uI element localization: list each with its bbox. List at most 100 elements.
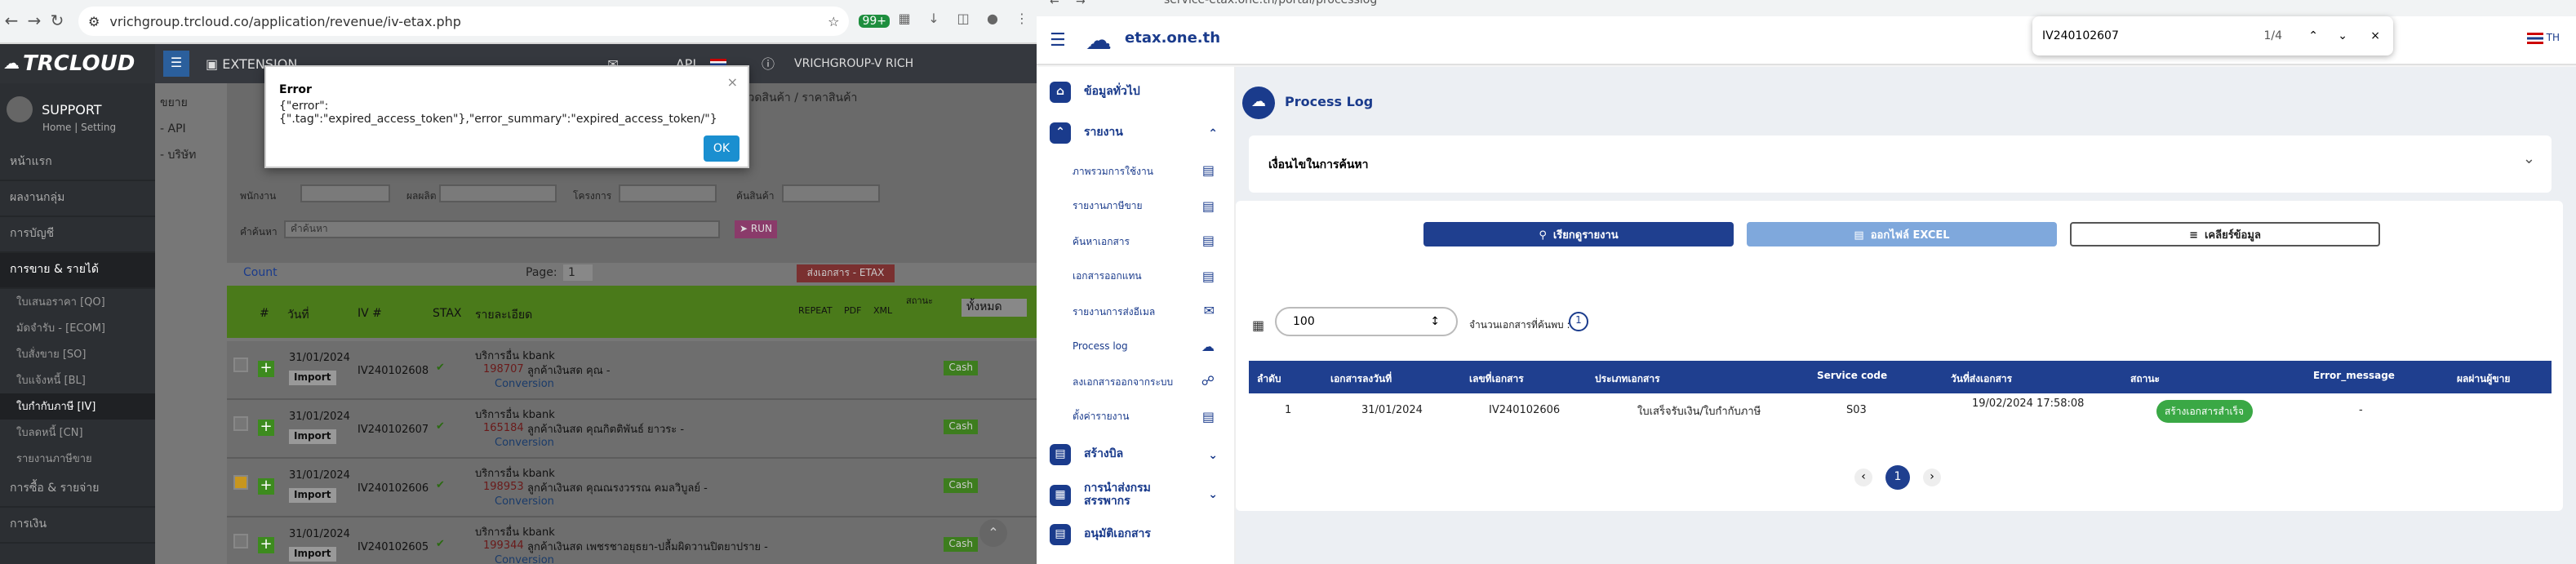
sidebar-label: ลงเอกสารออกจากระบบ bbox=[1073, 376, 1174, 389]
sidebar-item-revenue-dept[interactable]: ▦ การนำส่งกรมสรรพากร ⌄ bbox=[1037, 475, 1234, 514]
sidebar-item-process-log[interactable]: Process log ☁ bbox=[1037, 329, 1234, 364]
address-bar[interactable]: ⚙ vrichgroup.trcloud.co/application/reve… bbox=[78, 7, 850, 36]
clear-button[interactable]: ≡ เคลียร์ข้อมูล bbox=[2070, 222, 2380, 246]
col-header: เอกสารลงวันที่ bbox=[1330, 374, 1392, 385]
menu-icon[interactable]: ⋮ bbox=[1010, 11, 1033, 31]
home-icon: ⌂ bbox=[1050, 82, 1071, 103]
sidebar-item-approve[interactable]: ▤ อนุมัติเอกสาร bbox=[1037, 514, 1234, 555]
document-icon: ▤ bbox=[1201, 409, 1215, 424]
sidebar-item-create-bill[interactable]: ▤ สร้างบิล ⌄ bbox=[1037, 434, 1234, 475]
process-log-icon: ☁ bbox=[1242, 87, 1275, 119]
cell-doc-type: ใบเสร็จรับเงิน/ใบกำกับภาษี bbox=[1637, 405, 1761, 418]
col-header: Error_message bbox=[2313, 371, 2395, 382]
document-icon: ▤ bbox=[1201, 269, 1215, 284]
etax-window: ← → service-etax.one.th/portal/processlo… bbox=[1037, 0, 2576, 564]
find-next-icon[interactable]: ⌄ bbox=[2338, 29, 2347, 42]
col-header: Service code bbox=[1817, 371, 1888, 382]
error-message: {"error":{".tag":"expired_access_token"}… bbox=[279, 100, 717, 126]
view-report-button[interactable]: ⚲ เรียกดูรายงาน bbox=[1423, 222, 1734, 246]
file-icon: ▤ bbox=[1854, 228, 1864, 241]
sidebar-item-overview[interactable]: ภาพรวมการใช้งาน ▤ bbox=[1037, 153, 1234, 189]
mail-icon: ✉ bbox=[1203, 304, 1215, 319]
extension-badge[interactable]: 99+ bbox=[859, 15, 890, 28]
error-dialog: × Error {"error":{".tag":"expired_access… bbox=[264, 65, 749, 168]
col-header: สถานะ bbox=[2130, 374, 2160, 385]
building-icon: ▦ bbox=[1050, 484, 1071, 505]
error-title: Error bbox=[279, 83, 312, 96]
search-icon: ⚲ bbox=[1539, 228, 1547, 241]
stepper-icon[interactable]: ↕ bbox=[1430, 309, 1440, 335]
site-info-icon[interactable]: ⚙ bbox=[88, 14, 100, 29]
export-excel-label: ออกไฟล์ EXCEL bbox=[1870, 228, 1950, 241]
cell-no: 1 bbox=[1285, 403, 1292, 416]
sidebar-label: สร้างบิล bbox=[1084, 447, 1124, 460]
sidebar-item-general[interactable]: ⌂ ข้อมูลทั่วไป bbox=[1037, 72, 1234, 113]
search-condition-panel[interactable]: เงื่อนไขในการค้นหา ⌄ bbox=[1249, 135, 2552, 193]
address-url[interactable]: service-etax.one.th/portal/processlog bbox=[1164, 0, 1377, 7]
col-header: ผลผ่านผู้ขาย bbox=[2457, 374, 2511, 385]
doc-count-badge: 1 bbox=[1569, 312, 1588, 331]
next-page-button[interactable]: › bbox=[1923, 469, 1941, 486]
find-close-icon[interactable]: × bbox=[2370, 29, 2380, 42]
back-icon[interactable]: ← bbox=[0, 12, 23, 30]
col-header: ลำดับ bbox=[1257, 374, 1281, 385]
language-switch[interactable]: TH bbox=[2526, 33, 2560, 44]
bookmark-star-icon[interactable]: ☆ bbox=[828, 14, 839, 29]
table-row: 1 31/01/2024 IV240102606 ใบเสร็จรับเงิน/… bbox=[1249, 393, 2552, 433]
sidebar-item-logout-doc[interactable]: ลงเอกสารออกจากระบบ ☍ bbox=[1037, 364, 1234, 399]
chevron-up-icon: ⌃ bbox=[1208, 127, 1218, 140]
document-icon: ▤ bbox=[1201, 163, 1215, 179]
list-icon: ▤ bbox=[1201, 198, 1215, 214]
download-icon[interactable]: ↓ bbox=[922, 11, 945, 31]
find-count: 1/4 bbox=[2263, 29, 2282, 42]
search-condition-label: เงื่อนไขในการค้นหา bbox=[1268, 158, 1369, 171]
chevron-down-icon[interactable]: ⌄ bbox=[2523, 152, 2535, 168]
close-icon[interactable]: × bbox=[727, 75, 738, 90]
doc-count-label: จำนวนเอกสารที่ค้นพบ : bbox=[1469, 320, 1570, 331]
approve-icon: ▤ bbox=[1050, 524, 1071, 545]
sidebar-item-report-settings[interactable]: ตั้งค่ารายงาน ▤ bbox=[1037, 399, 1234, 434]
results-panel: ⚲ เรียกดูรายงาน ▤ ออกไฟล์ EXCEL ≡ เคลียร์ข้… bbox=[1236, 201, 2563, 511]
etax-table-header: ลำดับ เอกสารลงวันที่ เลขที่เอกสาร ประเภท… bbox=[1249, 361, 2552, 393]
sidebar-label: เอกสารออกแทน bbox=[1073, 271, 1142, 283]
address-url: vrichgroup.trcloud.co/application/revenu… bbox=[109, 14, 461, 29]
col-header: ประเภทเอกสาร bbox=[1595, 374, 1660, 385]
etax-sidebar: ⌂ ข้อมูลทั่วไป ⌃ รายงาน ⌃ ภาพรวมการใช้งาน ▤ … bbox=[1037, 67, 1236, 564]
sidebar-icon[interactable]: ◫ bbox=[952, 11, 975, 31]
chevron-down-icon: ⌄ bbox=[1208, 448, 1218, 461]
profile-icon[interactable]: ● bbox=[981, 11, 1004, 31]
hamburger-icon[interactable]: ☰ bbox=[1050, 29, 1066, 51]
sidebar-item-sales-tax[interactable]: รายงานภาษีขาย ▤ bbox=[1037, 189, 1234, 224]
page-button[interactable]: 1 bbox=[1885, 465, 1910, 490]
page-size-input[interactable]: 100 ↕ bbox=[1275, 307, 1458, 336]
cell-sent-date: 19/02/2024 17:58:08 bbox=[1972, 397, 2085, 410]
sidebar-label: ค้นหาเอกสาร bbox=[1073, 236, 1130, 248]
prev-page-button[interactable]: ‹ bbox=[1854, 469, 1872, 486]
status-badge: สร้างเอกสารสำเร็จ bbox=[2156, 400, 2253, 423]
sidebar-item-substitute[interactable]: เอกสารออกแทน ▤ bbox=[1037, 259, 1234, 294]
sidebar-label: รายงานการส่งอีเมล bbox=[1073, 306, 1156, 318]
sidebar-item-email-report[interactable]: รายงานการส่งอีเมล ✉ bbox=[1037, 294, 1234, 329]
cell-error: - bbox=[2359, 403, 2363, 416]
reload-icon[interactable]: ↻ bbox=[46, 12, 69, 30]
find-input[interactable]: IV240102607 bbox=[2042, 29, 2119, 42]
find-prev-icon[interactable]: ⌃ bbox=[2308, 29, 2318, 42]
sidebar-label: ตั้งค่ารายงาน bbox=[1073, 411, 1130, 424]
back-icon[interactable]: ← bbox=[1050, 0, 1059, 8]
export-excel-button[interactable]: ▤ ออกไฟล์ EXCEL bbox=[1747, 222, 2057, 246]
forward-icon[interactable]: → bbox=[1076, 0, 1086, 8]
ok-button[interactable]: OK bbox=[704, 135, 739, 162]
etax-brand[interactable]: etax.one.th bbox=[1125, 31, 1220, 47]
shield-icon: ☍ bbox=[1201, 374, 1215, 389]
bill-icon: ▤ bbox=[1050, 444, 1071, 465]
forward-icon[interactable]: → bbox=[23, 12, 46, 30]
flag-icon bbox=[2526, 33, 2543, 44]
sidebar-label: รายงาน bbox=[1084, 126, 1123, 139]
cell-service-code: S03 bbox=[1846, 403, 1867, 416]
view-report-label: เรียกดูรายงาน bbox=[1552, 228, 1619, 241]
page-size-value: 100 bbox=[1293, 315, 1315, 328]
col-header: เลขที่เอกสาร bbox=[1469, 374, 1524, 385]
sidebar-item-search-doc[interactable]: ค้นหาเอกสาร ▤ bbox=[1037, 224, 1234, 259]
sidebar-item-report[interactable]: ⌃ รายงาน ⌃ bbox=[1037, 113, 1234, 153]
extension-icon[interactable]: ▦ bbox=[893, 11, 916, 31]
